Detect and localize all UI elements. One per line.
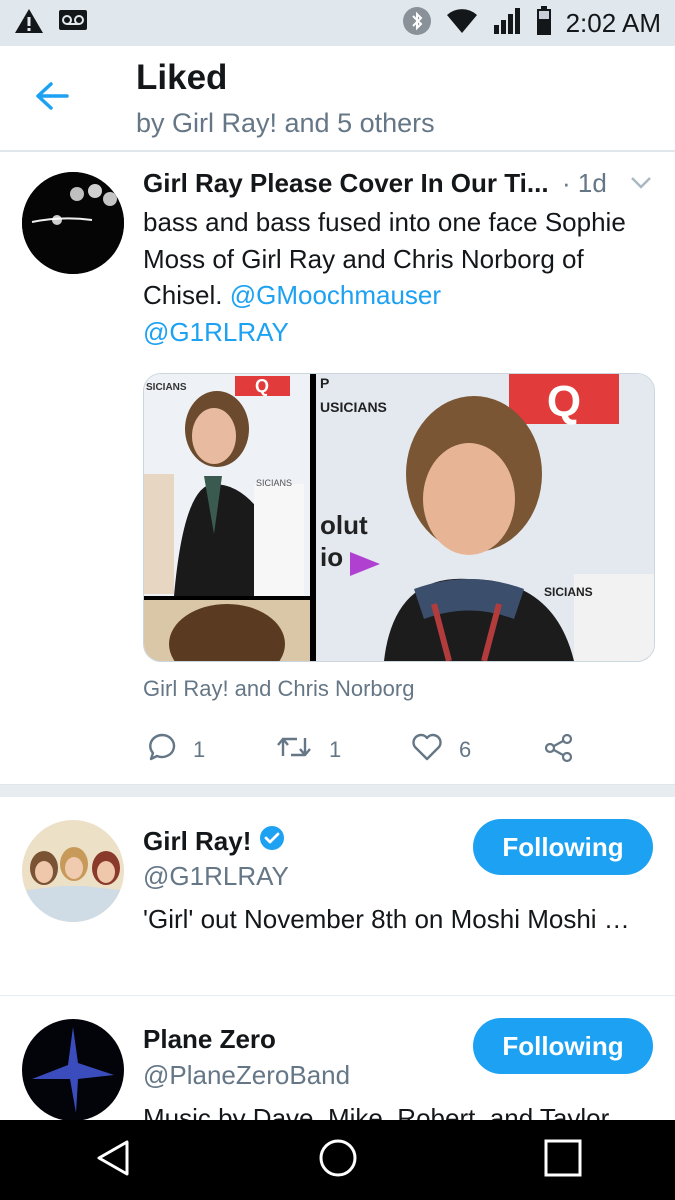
svg-text:USICIANS: USICIANS [320,399,387,415]
status-bar: 2:02 AM [0,0,675,46]
tweet-author-name[interactable]: Girl Ray Please Cover In Our Ti... [143,168,549,199]
voicemail-icon [58,9,88,38]
reply-icon [147,732,177,768]
svg-text:SICIANS: SICIANS [146,382,187,393]
following-button[interactable]: Following [473,1018,653,1074]
share-button[interactable] [543,732,575,770]
tweet-media-image: Q SICIANS SICIANS Q P USICIANS olut io S… [144,374,654,661]
back-nav-button[interactable] [81,1128,145,1192]
clock: 2:02 AM [565,7,661,38]
svg-text:SICIANS: SICIANS [544,585,593,599]
reply-button[interactable]: 1 [147,732,205,768]
section-divider [0,784,675,797]
user-bio: Music by Dave, Mike, Robert, and Taylor [143,1103,610,1120]
svg-text:P: P [320,375,329,391]
user-name[interactable]: Plane Zero [143,1024,276,1055]
svg-text:Q: Q [547,377,581,426]
like-button[interactable]: 6 [411,732,471,768]
following-button[interactable]: Following [473,819,653,875]
triangle-back-icon [95,1139,131,1182]
user-row[interactable]: Girl Ray! @G1RLRAY 'Girl' out November 8… [0,797,675,997]
page-title: Liked [136,58,228,97]
share-icon [543,732,575,770]
user-name-text: Plane Zero [143,1024,276,1054]
user-avatar[interactable] [22,820,124,922]
mention-link[interactable]: @GMoochmauser [230,280,441,310]
battery-icon [536,5,552,41]
chevron-down-icon [630,177,652,194]
square-recents-icon [544,1139,582,1182]
retweet-icon [275,732,313,768]
like-count: 6 [459,737,472,762]
verified-badge-icon [259,825,285,858]
back-button[interactable] [30,76,74,120]
mention-link[interactable]: @G1RLRAY [143,317,289,347]
svg-text:olut: olut [320,510,368,540]
page-header: Liked by Girl Ray! and 5 others [0,46,675,152]
heart-icon [411,732,443,768]
navigation-bar [0,1120,675,1200]
user-row[interactable]: Plane Zero @PlaneZeroBand Music by Dave,… [0,996,675,1120]
tweet-text: bass and bass fused into one face Sophie… [143,204,643,350]
warning-icon [14,7,44,40]
retweet-count: 1 [329,737,342,762]
tweet-media[interactable]: Q SICIANS SICIANS Q P USICIANS olut io S… [143,373,655,662]
user-name-text: Girl Ray! [143,826,252,856]
user-avatar[interactable] [22,1019,124,1120]
tweet-timestamp: · 1d [562,168,607,198]
bluetooth-icon [402,6,432,41]
tweet-actions: 1 1 6 [143,728,603,768]
user-name[interactable]: Girl Ray! [143,825,285,858]
circle-home-icon [318,1138,358,1183]
user-handle[interactable]: @PlaneZeroBand [143,1060,350,1091]
svg-text:io: io [320,542,343,572]
back-arrow-icon [35,81,69,116]
user-bio: 'Girl' out November 8th on Moshi Moshi … [143,904,630,934]
reply-count: 1 [193,737,206,762]
svg-text:Q: Q [255,376,269,396]
user-handle[interactable]: @G1RLRAY [143,861,289,892]
tweet-menu-button[interactable] [630,176,652,195]
recents-nav-button[interactable] [531,1128,595,1192]
signal-icon [492,7,522,40]
wifi-icon [446,8,478,39]
tweet-author-avatar[interactable] [22,172,124,274]
page-subtitle: by Girl Ray! and 5 others [136,108,435,138]
retweet-button[interactable]: 1 [275,732,341,768]
svg-text:SICIANS: SICIANS [256,478,292,488]
media-caption[interactable]: Girl Ray! and Chris Norborg [143,676,414,702]
home-nav-button[interactable] [306,1128,370,1192]
